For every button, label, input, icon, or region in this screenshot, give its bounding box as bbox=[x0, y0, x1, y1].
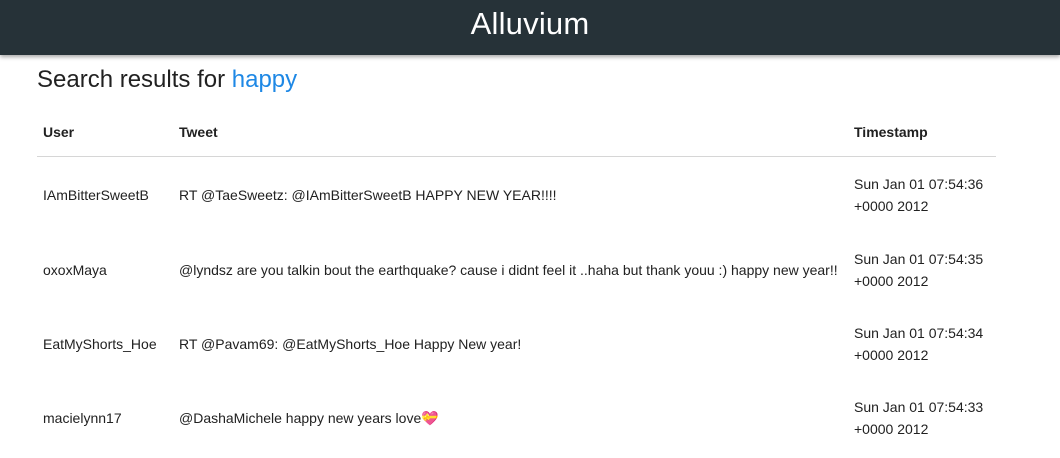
table-row: IAmBitterSweetB RT @TaeSweetz: @IAmBitte… bbox=[37, 157, 996, 234]
tweet-cell: @lyndsz are you talkin bout the earthqua… bbox=[179, 262, 838, 278]
user-cell: oxoxMaya bbox=[43, 262, 107, 278]
app-title: Alluvium bbox=[470, 5, 590, 41]
timestamp-cell: Sun Jan 01 07:54:36 +0000 2012 bbox=[854, 176, 984, 214]
column-header-timestamp: Timestamp bbox=[848, 108, 996, 157]
results-heading: Search results for happy bbox=[37, 66, 297, 94]
user-cell: macielynn17 bbox=[43, 410, 122, 426]
user-cell: EatMyShorts_Hoe bbox=[43, 336, 157, 352]
table-header-row: User Tweet Timestamp bbox=[37, 108, 996, 157]
timestamp-cell: Sun Jan 01 07:54:35 +0000 2012 bbox=[854, 251, 984, 289]
results-heading-prefix: Search results for bbox=[37, 66, 232, 93]
user-cell: IAmBitterSweetB bbox=[43, 187, 149, 203]
column-header-user: User bbox=[37, 108, 173, 157]
table-row: oxoxMaya @lyndsz are you talkin bout the… bbox=[37, 233, 996, 307]
results-table: User Tweet Timestamp IAmBitterSweetB RT … bbox=[37, 108, 996, 455]
tweet-cell: RT @TaeSweetz: @IAmBitterSweetB HAPPY NE… bbox=[179, 187, 557, 203]
table-row: EatMyShorts_Hoe RT @Pavam69: @EatMyShort… bbox=[37, 307, 996, 381]
table-row: macielynn17 @DashaMichele happy new year… bbox=[37, 381, 996, 455]
search-query: happy bbox=[231, 66, 298, 93]
app-header: Alluvium bbox=[0, 0, 1060, 55]
timestamp-cell: Sun Jan 01 07:54:33 +0000 2012 bbox=[854, 399, 984, 437]
column-header-tweet: Tweet bbox=[173, 108, 848, 157]
timestamp-cell: Sun Jan 01 07:54:34 +0000 2012 bbox=[854, 325, 984, 363]
tweet-cell: @DashaMichele happy new years love💝 bbox=[179, 410, 439, 426]
tweet-cell: RT @Pavam69: @EatMyShorts_Hoe Happy New … bbox=[179, 336, 522, 352]
